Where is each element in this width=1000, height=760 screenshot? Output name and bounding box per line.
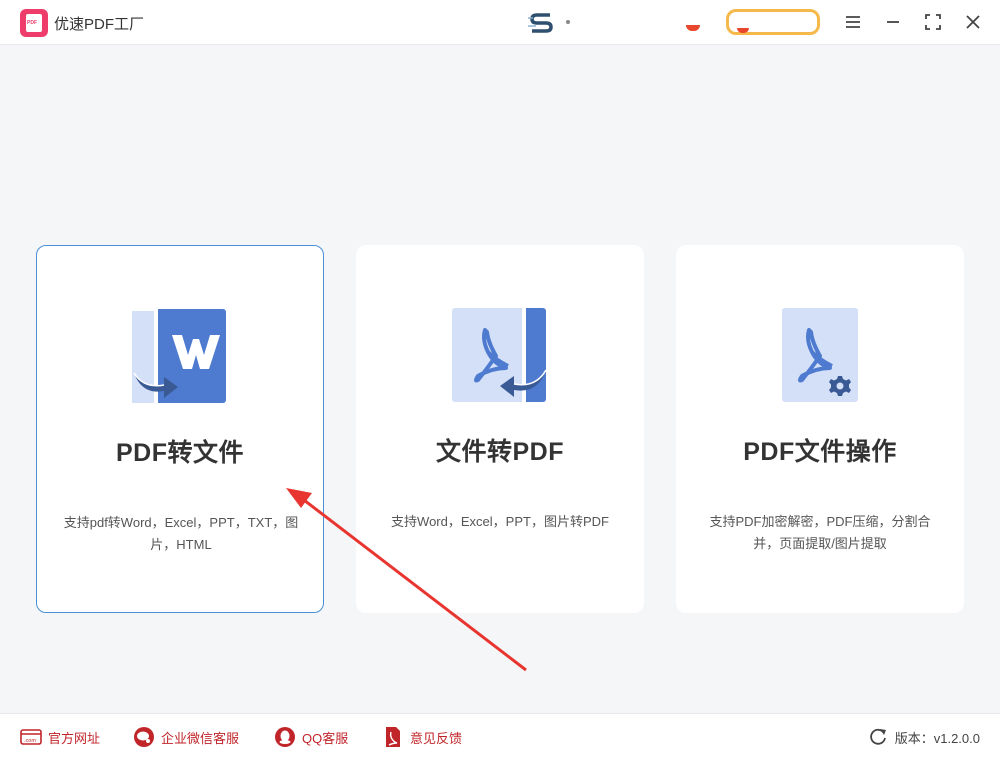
wechat-support-link[interactable]: 企业微信客服	[133, 726, 239, 748]
card-title: PDF转文件	[115, 439, 244, 467]
wechat-support-label: 企业微信客服	[161, 730, 240, 746]
qq-support-label: QQ客服	[302, 730, 349, 746]
menu-icon[interactable]	[842, 11, 864, 33]
pdf-settings-icon	[782, 308, 858, 402]
feedback-link[interactable]: 意见反馈	[382, 726, 462, 748]
card-pdf-to-file[interactable]: PDF转文件 支持pdf转Word，Excel，PPT，TXT，图片，HTML	[36, 245, 324, 613]
qq-icon	[275, 727, 295, 747]
user-indicator-dot	[566, 20, 570, 24]
feedback-label: 意见反馈	[410, 730, 463, 746]
card-title: PDF文件操作	[743, 438, 897, 466]
feedback-icon	[386, 727, 400, 747]
file-to-pdf-icon	[452, 308, 547, 402]
svg-text:.com: .com	[24, 738, 36, 744]
brand-s-logo-icon	[528, 13, 553, 33]
footer-bar: .com 官方网址 企业微信客服 QQ客服 意见反馈 版本：v1.2.0.0	[0, 713, 1000, 760]
app-title: 优速PDF工厂	[54, 16, 145, 33]
app-logo-icon: PDF	[20, 9, 48, 37]
card-description: 支持PDF加密解密，PDF压缩，分割合并，页面提取/图片提取	[709, 514, 931, 551]
badge-chip-icon	[686, 25, 700, 31]
close-icon[interactable]	[962, 11, 984, 33]
card-pdf-operations[interactable]: PDF文件操作 支持PDF加密解密，PDF压缩，分割合并，页面提取/图片提取	[676, 245, 964, 613]
card-description: 支持pdf转Word，Excel，PPT，TXT，图片，HTML	[63, 515, 299, 552]
qq-support-link[interactable]: QQ客服	[274, 726, 348, 748]
card-title: 文件转PDF	[435, 438, 564, 466]
card-file-to-pdf[interactable]: 文件转PDF 支持Word，Excel，PPT，图片转PDF	[356, 245, 644, 613]
website-label: 官方网址	[48, 730, 101, 746]
version-label: 版本：v1.2.0.0	[894, 730, 980, 746]
website-link[interactable]: .com 官方网址	[20, 726, 100, 748]
pdf-to-word-icon	[132, 309, 226, 403]
version-info[interactable]: 版本：v1.2.0.0	[867, 726, 980, 748]
title-bar: PDF 优速PDF工厂	[0, 0, 1000, 45]
wechat-work-icon	[134, 727, 154, 747]
vip-button[interactable]	[726, 9, 820, 35]
website-icon: .com	[20, 729, 42, 745]
refresh-icon	[869, 728, 886, 745]
minimize-icon[interactable]	[882, 11, 904, 33]
card-description: 支持Word，Excel，PPT，图片转PDF	[391, 514, 609, 529]
maximize-icon[interactable]	[922, 11, 944, 33]
